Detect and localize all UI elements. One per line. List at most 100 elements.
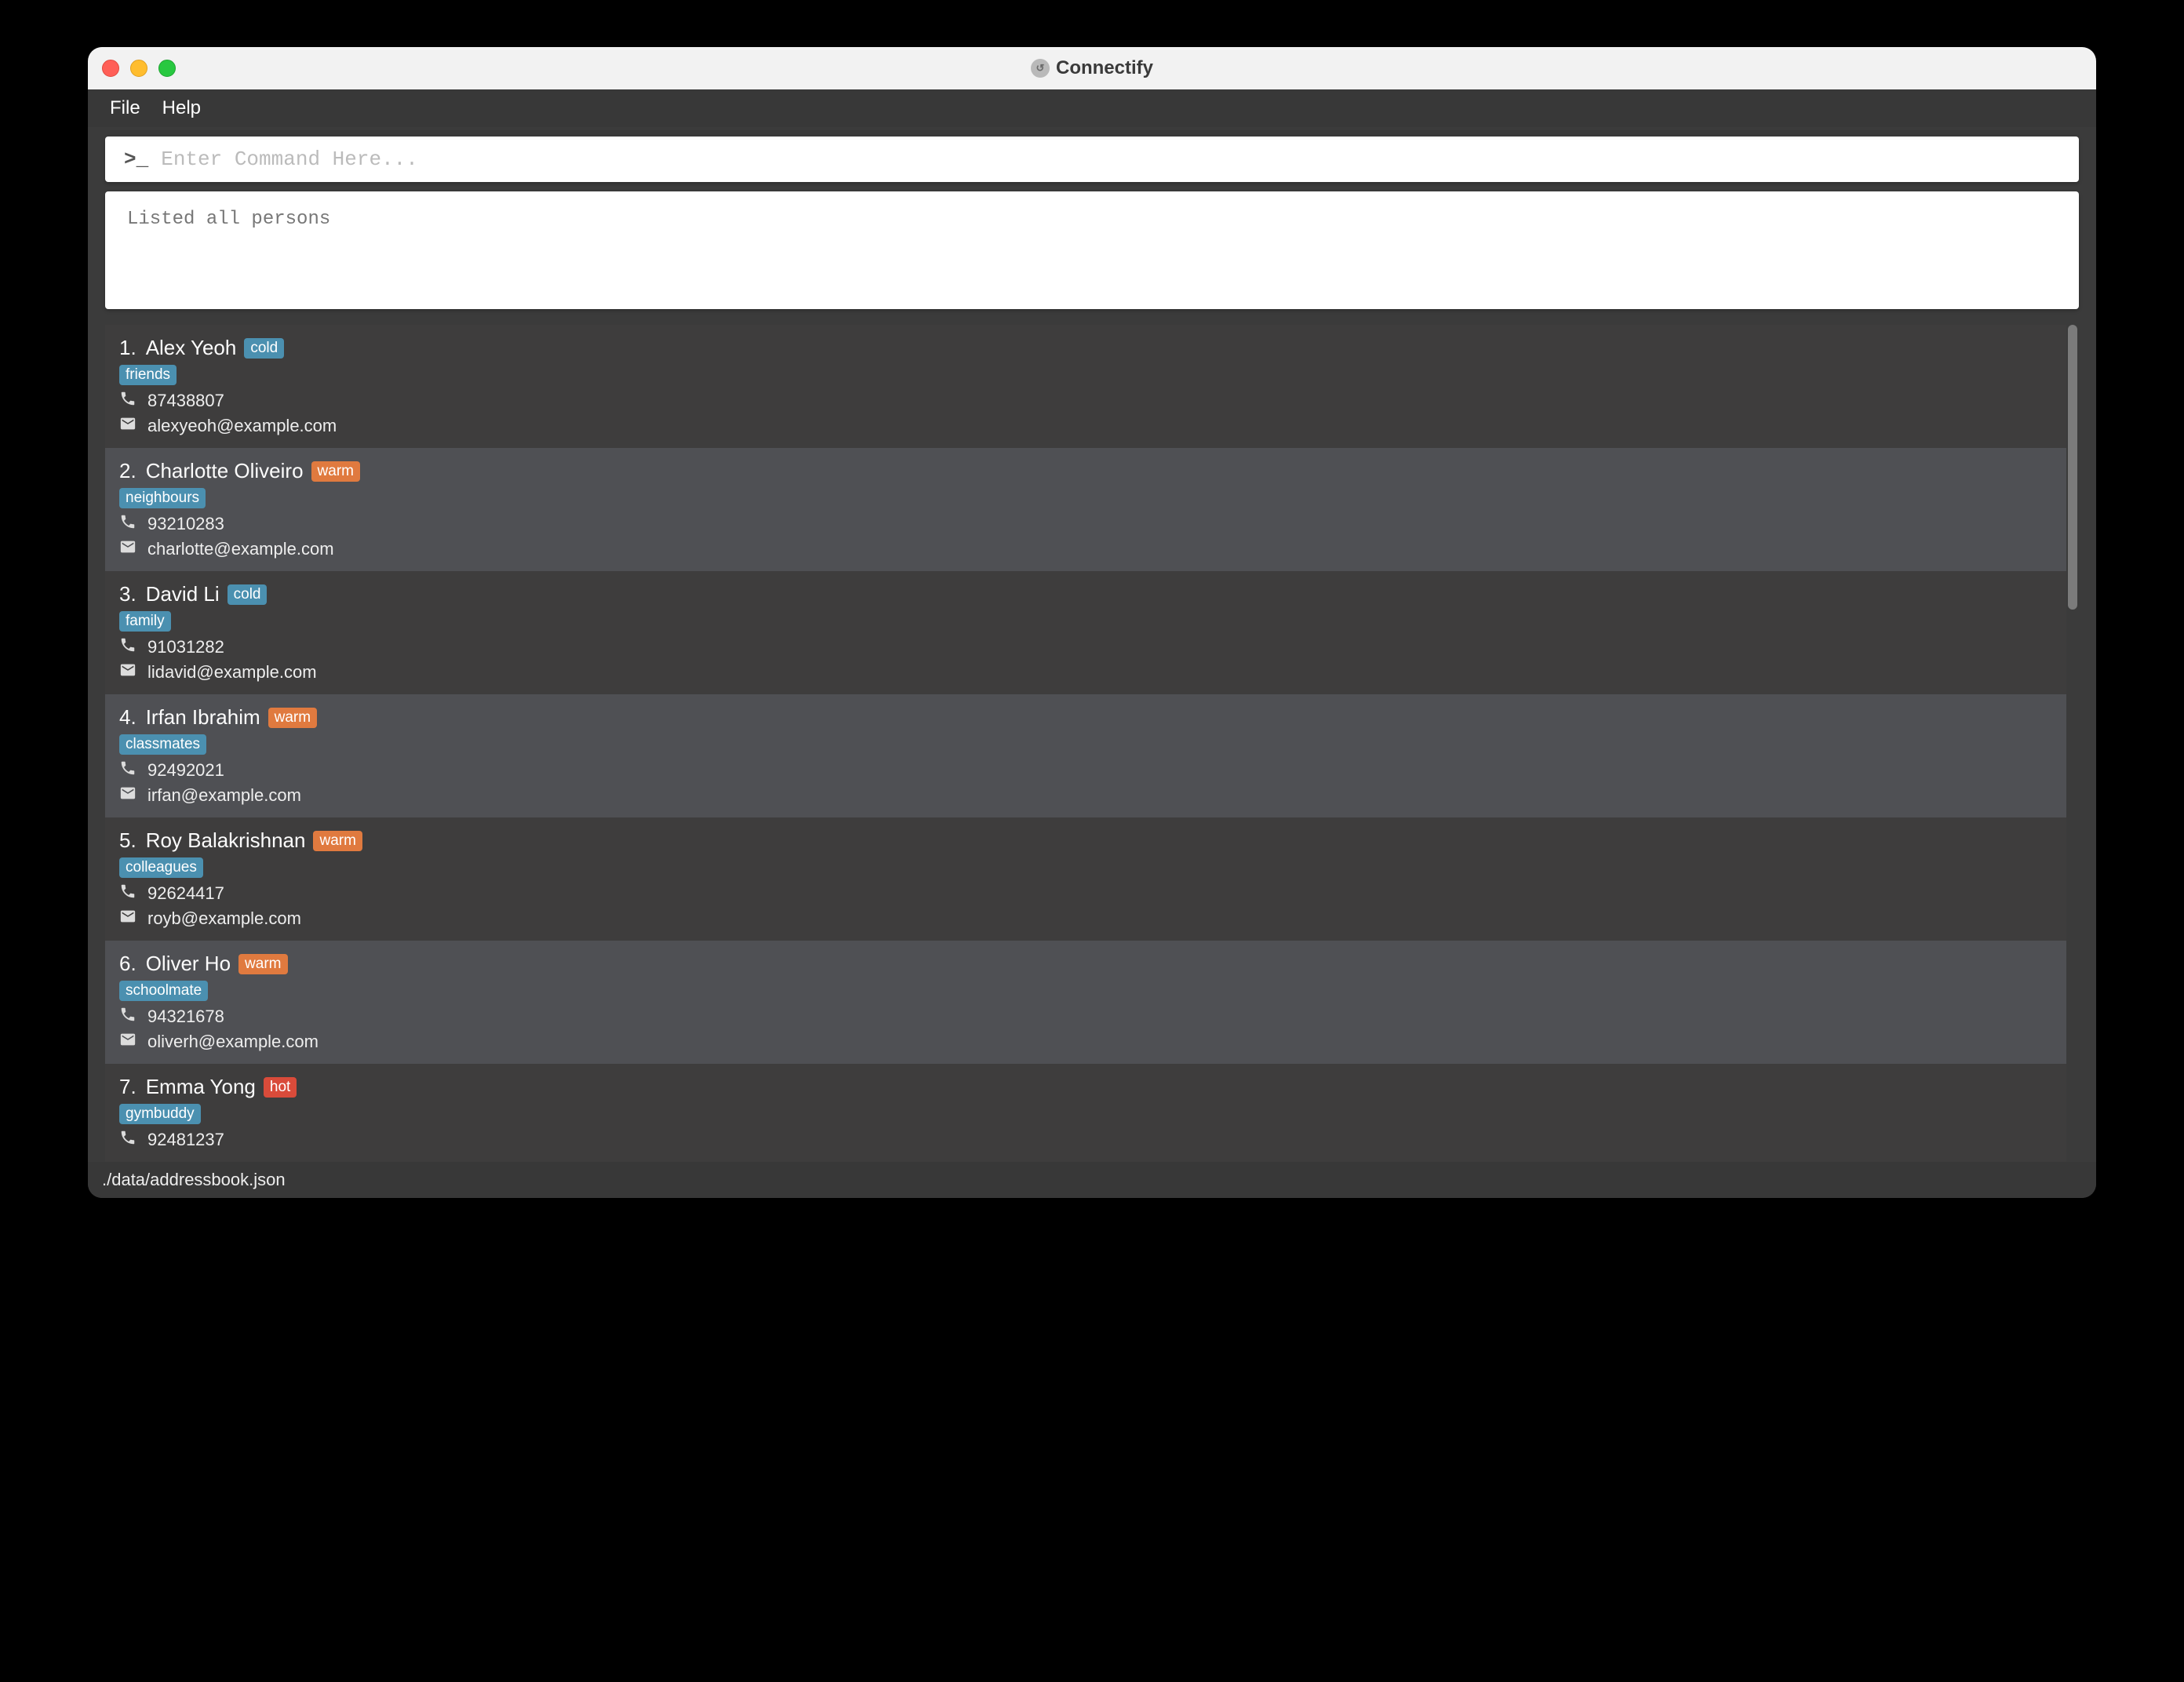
person-headline: 6.Oliver Howarm [119,952,2052,976]
status-badge: hot [264,1077,297,1098]
command-box: >_ [105,137,2079,182]
tag-row: schoolmate [119,979,2052,1001]
phone-icon [119,1006,136,1028]
tag-row: classmates [119,733,2052,755]
phone-icon [119,390,136,412]
prompt-icon: >_ [124,147,148,171]
tag-row: gymbuddy [119,1102,2052,1124]
tag-badge: schoolmate [119,981,208,1001]
email-row: royb@example.com [119,908,2052,930]
tag-badge: neighbours [119,488,206,508]
menu-file[interactable]: File [110,97,140,119]
phone-row: 87438807 [119,390,2052,412]
mail-icon [119,1031,136,1053]
phone-row: 92481237 [119,1129,2052,1151]
person-card[interactable]: 4. Irfan Ibrahim warm classmates 92492021 irf… [105,694,2066,817]
command-input[interactable] [161,147,2060,171]
phone-text: 92624417 [147,883,224,904]
person-list[interactable]: 1.Alex Yeohcold friends 87438807 alexyeoh@e… [105,325,2066,1162]
person-name: Roy Balakrishnan [146,828,306,853]
email-row: irfan@example.com [119,785,2052,806]
person-index: 2. [119,459,136,483]
phone-icon [119,759,136,781]
person-index: 1. [119,336,136,360]
email-row: alexyeoh@example.com [119,415,2052,437]
email-text: royb@example.com [147,908,301,929]
person-card[interactable]: 3. David Li cold family 91031282 lidavid@exam… [105,571,2066,694]
mail-icon [119,785,136,806]
person-index: 4. [119,705,136,730]
phone-text: 94321678 [147,1007,224,1027]
person-card[interactable]: 1.Alex Yeohcold friends 87438807 alexyeoh@e… [105,325,2066,448]
email-text: charlotte@example.com [147,539,334,559]
person-name: Charlotte Oliveiro [146,459,304,483]
person-headline: 7.Emma Yonghot [119,1075,2052,1099]
mail-icon [119,415,136,437]
person-name: Emma Yong [146,1075,256,1099]
phone-row: 93210283 [119,513,2052,535]
person-name: Oliver Ho [146,952,231,976]
status-path: ./data/addressbook.json [102,1170,286,1189]
phone-row: 92492021 [119,759,2052,781]
tag-row: neighbours [119,486,2052,508]
person-name: Irfan Ibrahim [146,705,260,730]
phone-text: 92481237 [147,1130,224,1150]
person-list-container: 1.Alex Yeohcold friends 87438807 alexyeoh@e… [105,325,2079,1162]
minimize-window-button[interactable] [130,60,147,77]
email-row: lidavid@example.com [119,661,2052,683]
status-badge: warm [268,708,317,728]
scrollbar-thumb[interactable] [2068,325,2077,610]
titlebar: ↺ Connectify [88,47,2096,89]
person-index: 3. [119,582,136,606]
phone-icon [119,513,136,535]
status-badge: warm [238,954,287,974]
scrollbar-track[interactable] [2066,325,2079,1162]
tag-badge: family [119,611,171,632]
email-row: charlotte@example.com [119,538,2052,560]
person-headline: 1.Alex Yeohcold [119,336,2052,360]
app-title: Connectify [1056,57,1153,79]
maximize-window-button[interactable] [158,60,176,77]
app-window: ↺ Connectify File Help >_ Listed all per… [88,47,2096,1198]
person-name: David Li [146,582,220,606]
tag-badge: friends [119,365,177,385]
phone-text: 91031282 [147,637,224,657]
person-headline: 5. Roy Balakrishnan warm [119,828,2052,853]
tag-badge: gymbuddy [119,1104,201,1124]
mail-icon [119,538,136,560]
person-card[interactable]: 2.Charlotte Oliveirowarmneighbours932102… [105,448,2066,571]
email-text: oliverh@example.com [147,1032,318,1052]
phone-row: 91031282 [119,636,2052,658]
person-index: 5. [119,828,136,853]
menu-bar: File Help [88,89,2096,127]
status-badge: warm [313,831,362,851]
status-badge: cold [228,584,268,605]
mail-icon [119,661,136,683]
tag-row: family [119,610,2052,632]
phone-icon [119,1129,136,1151]
phone-row: 94321678 [119,1006,2052,1028]
window-controls [102,60,176,77]
result-text: Listed all persons [127,209,330,230]
status-bar: ./data/addressbook.json [88,1162,2096,1198]
person-headline: 3. David Li cold [119,582,2052,606]
tag-row: colleagues [119,856,2052,878]
email-text: alexyeoh@example.com [147,416,337,436]
app-icon: ↺ [1031,59,1050,78]
status-badge: cold [244,338,284,359]
close-window-button[interactable] [102,60,119,77]
person-card[interactable]: 7.Emma Yonghotgymbuddy92481237 [105,1064,2066,1162]
email-text: lidavid@example.com [147,662,317,683]
mail-icon [119,908,136,930]
phone-icon [119,636,136,658]
phone-row: 92624417 [119,883,2052,905]
email-text: irfan@example.com [147,785,301,806]
phone-text: 92492021 [147,760,224,781]
phone-icon [119,883,136,905]
tag-badge: classmates [119,734,206,755]
person-card[interactable]: 6.Oliver Howarmschoolmate94321678oliverh… [105,941,2066,1064]
menu-help[interactable]: Help [162,97,201,119]
phone-text: 93210283 [147,514,224,534]
person-card[interactable]: 5. Roy Balakrishnan warm colleagues 92624417… [105,817,2066,941]
email-row: oliverh@example.com [119,1031,2052,1053]
